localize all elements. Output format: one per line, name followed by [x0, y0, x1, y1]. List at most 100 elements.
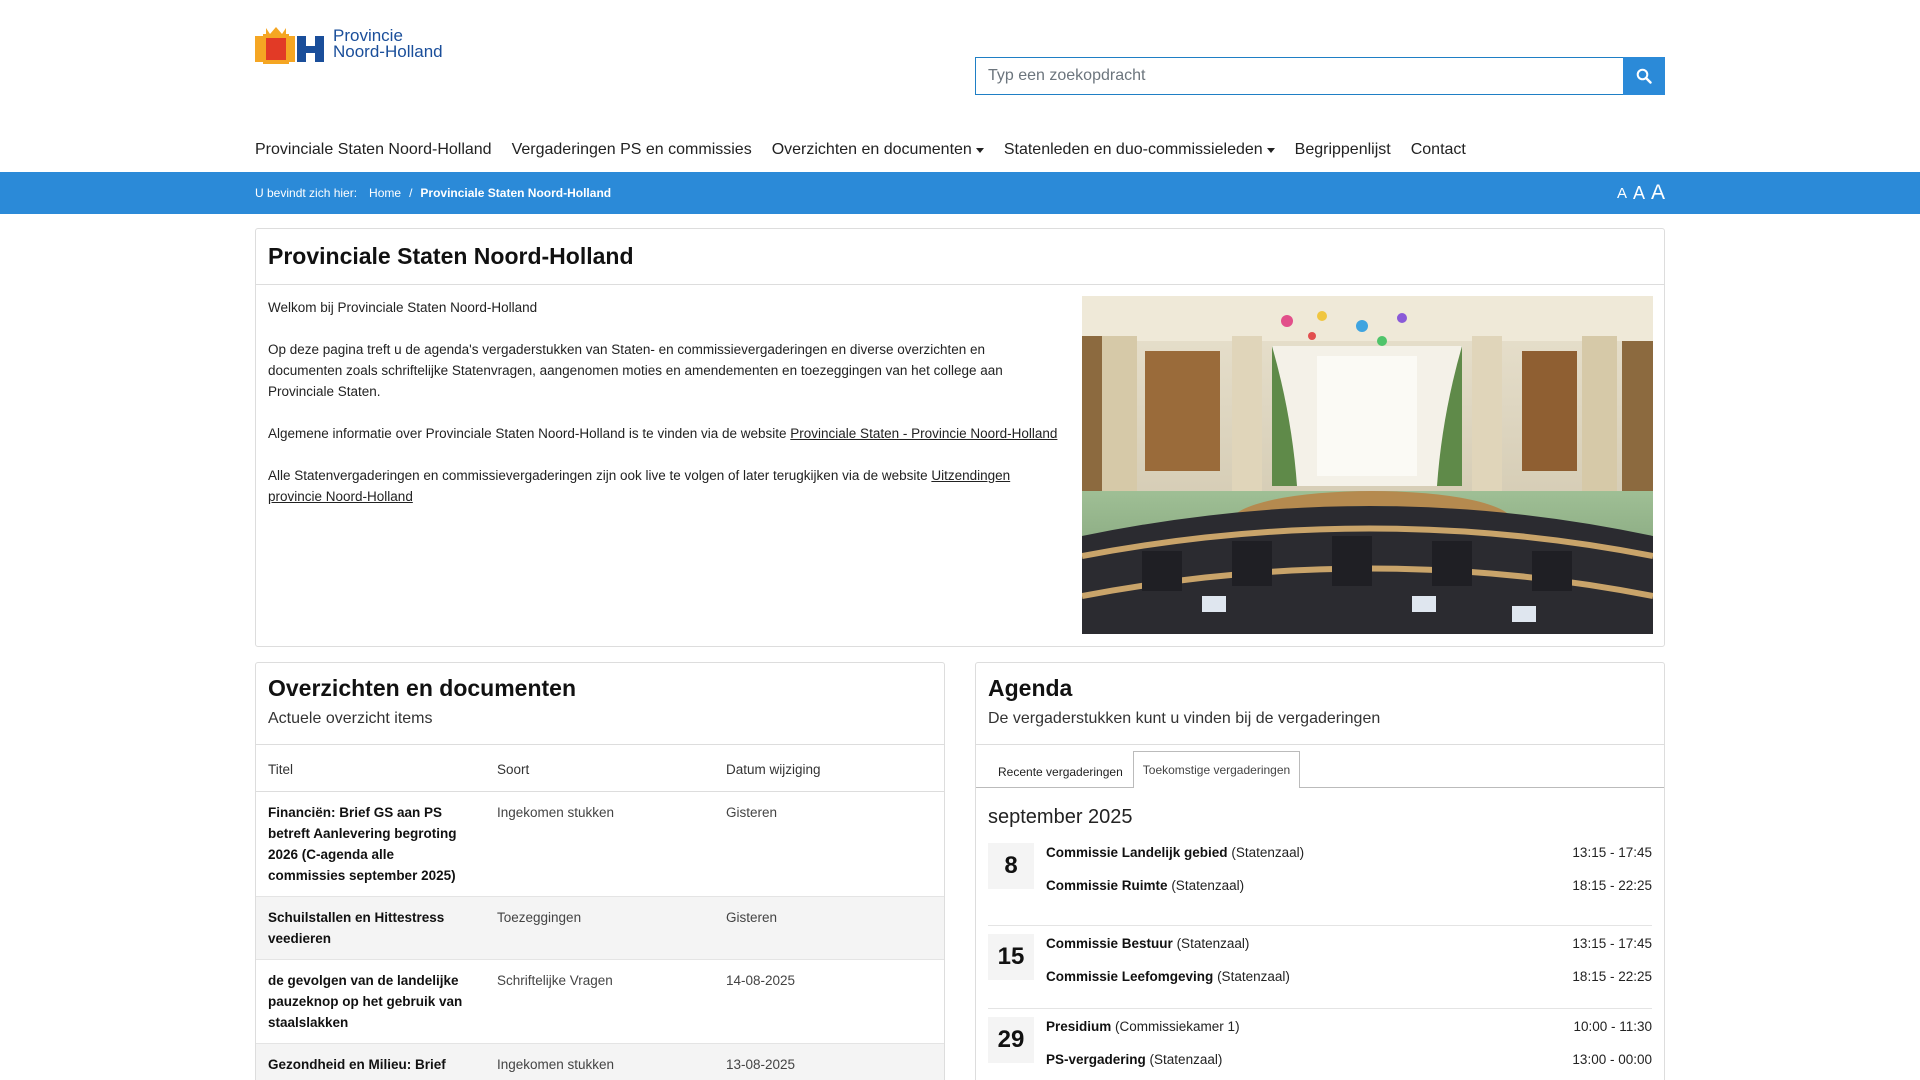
nav-item-label: Provinciale Staten Noord-Holland [255, 141, 492, 158]
documents-table: Titel Soort Datum wijziging Financiën: B… [256, 745, 944, 1080]
nav-item-label: Vergaderingen PS en commissies [511, 141, 752, 158]
intro-paragraph-text: Algemene informatie over Provinciale Sta… [268, 426, 791, 441]
intro-title: Provinciale Staten Noord-Holland [268, 243, 634, 269]
nav-item-contact[interactable]: Contact [1411, 137, 1466, 163]
agenda-event[interactable]: PS-vergadering (Statenzaal) [1046, 1052, 1222, 1067]
provinciale-staten-link[interactable]: Provinciale Staten - Provincie Noord-Hol… [790, 426, 1057, 441]
event-room: (Statenzaal) [1217, 969, 1290, 984]
event-name: Commissie Ruimte [1046, 878, 1168, 893]
event-name: Commissie Bestuur [1046, 936, 1173, 951]
event-name: Presidium [1046, 1019, 1112, 1034]
search-icon [1636, 68, 1652, 84]
event-name: Commissie Landelijk gebied [1046, 845, 1228, 860]
event-name: Commissie Leefomgeving [1046, 969, 1214, 984]
event-room: (Statenzaal) [1231, 845, 1305, 860]
font-size-large-button[interactable]: A [1651, 181, 1665, 205]
column-header-title[interactable]: Titel [256, 745, 485, 792]
nav-item-statenleden[interactable]: Statenleden en duo-commissieleden [1004, 137, 1275, 163]
intro-paragraph: Alle Statenvergaderingen en commissiever… [268, 465, 1058, 507]
search-button[interactable] [1623, 57, 1665, 95]
tab-recent-meetings[interactable]: Recente vergaderingen [988, 755, 1133, 787]
event-room: (Statenzaal) [1176, 936, 1250, 951]
document-date: 14-08-2025 [714, 959, 944, 1044]
column-header-date[interactable]: Datum wijziging [714, 745, 944, 792]
agenda-event[interactable]: Presidium (Commissiekamer 1) [1046, 1019, 1240, 1034]
statenzaal-photo [1082, 296, 1653, 634]
intro-text: Welkom bij Provinciale Staten Noord-Holl… [268, 297, 1058, 528]
documents-subtitle: Actuele overzicht items [268, 710, 433, 727]
intro-card: Provinciale Staten Noord-Holland Welkom … [255, 228, 1665, 647]
document-title[interactable]: Gezondheid en Milieu: Brief [256, 1043, 485, 1080]
documents-card: Overzichten en documenten Actuele overzi… [255, 662, 945, 1080]
agenda-event[interactable]: Commissie Bestuur (Statenzaal) [1046, 936, 1249, 951]
nav-item-label: Overzichten en documenten [771, 141, 972, 158]
breadcrumb-home-link[interactable]: Home [369, 186, 401, 200]
agenda-card: Agenda De vergaderstukken kunt u vinden … [975, 662, 1665, 1080]
logo-line-2: Noord-Holland [333, 42, 443, 61]
agenda-event[interactable]: Commissie Landelijk gebied (Statenzaal) [1046, 845, 1304, 860]
search-bar [975, 57, 1665, 95]
document-kind: Toezeggingen [485, 896, 714, 960]
main-nav: Provinciale Staten Noord-Holland Vergade… [255, 137, 1486, 163]
nav-item-provinciale-staten[interactable]: Provinciale Staten Noord-Holland [255, 137, 492, 163]
breadcrumb-current: Provinciale Staten Noord-Holland [420, 186, 612, 200]
nav-item-vergaderingen[interactable]: Vergaderingen PS en commissies [512, 137, 752, 163]
nav-item-begrippenlijst[interactable]: Begrippenlijst [1295, 137, 1391, 163]
document-kind: Ingekomen stukken [485, 791, 714, 897]
breadcrumb: U bevindt zich hier: Home / Provinciale … [255, 172, 611, 214]
document-kind: Schriftelijke Vragen [485, 959, 714, 1044]
nav-item-label: Contact [1410, 141, 1466, 158]
font-size-medium-button[interactable]: A [1633, 183, 1645, 204]
agenda-tabs: Recente vergaderingen Toekomstige vergad… [976, 751, 1664, 788]
agenda-title: Agenda [988, 675, 1073, 701]
tab-upcoming-meetings[interactable]: Toekomstige vergaderingen [1132, 751, 1301, 788]
event-time: 10:00 - 11:30 [1573, 1019, 1652, 1034]
event-room: (Statenzaal) [1149, 1052, 1223, 1067]
search-input[interactable] [975, 57, 1623, 95]
document-date: 13-08-2025 [714, 1043, 944, 1080]
event-time: 13:00 - 00:00 [1572, 1052, 1652, 1067]
table-row[interactable]: de gevolgen van de landelijke pauzeknop … [256, 959, 944, 1044]
intro-paragraph-text: Alle Statenvergaderingen en commissiever… [268, 468, 932, 483]
document-title[interactable]: de gevolgen van de landelijke pauzeknop … [256, 959, 485, 1044]
column-header-kind[interactable]: Soort [485, 745, 714, 792]
document-date: Gisteren [714, 791, 944, 897]
agenda-day: 29 Presidium (Commissiekamer 1) 10:00 - … [988, 1009, 1652, 1080]
font-size-small-button[interactable]: A [1617, 185, 1627, 202]
event-time: 13:15 - 17:45 [1572, 936, 1652, 951]
agenda-event[interactable]: Commissie Leefomgeving (Statenzaal) [1046, 969, 1290, 984]
document-kind: Ingekomen stukken [485, 1043, 714, 1080]
agenda-day-number: 29 [988, 1017, 1034, 1063]
agenda-month: september 2025 [988, 806, 1133, 828]
site-logo[interactable]: Provincie Noord-Holland [255, 24, 443, 64]
intro-paragraph: Algemene informatie over Provinciale Sta… [268, 423, 1058, 444]
event-room: (Statenzaal) [1171, 878, 1245, 893]
caret-down-icon [1266, 147, 1275, 153]
agenda-event[interactable]: Commissie Ruimte (Statenzaal) [1046, 878, 1244, 893]
statenzaal-photo-image [1082, 296, 1653, 634]
table-row[interactable]: Financiën: Brief GS aan PS betreft Aanle… [256, 791, 944, 897]
agenda-subtitle: De vergaderstukken kunt u vinden bij de … [988, 710, 1381, 727]
nav-item-overzichten[interactable]: Overzichten en documenten [772, 137, 984, 163]
breadcrumb-bar: U bevindt zich hier: Home / Provinciale … [0, 172, 1920, 214]
nav-item-label: Statenleden en duo-commissieleden [1003, 141, 1263, 158]
table-row[interactable]: Schuilstallen en Hittestress veedieren T… [256, 896, 944, 960]
document-title[interactable]: Schuilstallen en Hittestress veedieren [256, 896, 485, 960]
documents-title: Overzichten en documenten [268, 675, 577, 701]
nav-item-label: Begrippenlijst [1294, 141, 1391, 158]
agenda-day: 8 Commissie Landelijk gebied (Statenzaal… [988, 843, 1652, 926]
event-room: (Commissiekamer 1) [1115, 1019, 1240, 1034]
intro-paragraph: Op deze pagina treft u de agenda's verga… [268, 342, 1003, 399]
agenda-day-number: 8 [988, 843, 1034, 889]
agenda-day: 15 Commissie Bestuur (Statenzaal) 13:15 … [988, 926, 1652, 1009]
breadcrumb-prefix: U bevindt zich hier: [255, 186, 358, 200]
caret-down-icon [975, 147, 984, 153]
document-title[interactable]: Financiën: Brief GS aan PS betreft Aanle… [256, 791, 485, 897]
event-name: PS-vergadering [1046, 1052, 1146, 1067]
agenda-day-number: 15 [988, 934, 1034, 980]
event-time: 18:15 - 22:25 [1572, 969, 1652, 984]
document-date: Gisteren [714, 896, 944, 960]
province-crest-icon [255, 27, 324, 64]
table-row[interactable]: Gezondheid en Milieu: Brief Ingekomen st… [256, 1043, 944, 1080]
event-time: 13:15 - 17:45 [1572, 845, 1652, 860]
